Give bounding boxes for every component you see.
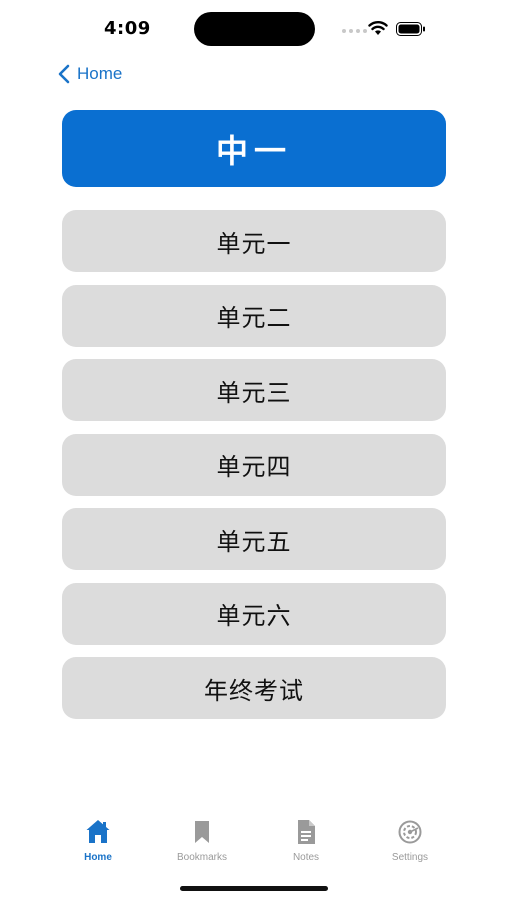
status-time: 4:09 [104, 18, 151, 39]
tab-label: Home [84, 852, 112, 863]
unit-label: 单元六 [216, 602, 292, 630]
cellular-signal-icon [342, 29, 367, 33]
unit-label: 单元一 [216, 229, 292, 258]
chevron-left-icon [58, 64, 70, 84]
unit-button-3[interactable]: 单元三 [62, 359, 446, 421]
unit-label: 单元四 [216, 453, 292, 481]
back-button[interactable]: Home [57, 62, 122, 86]
tab-notes[interactable]: Notes [261, 818, 351, 863]
home-indicator [180, 886, 328, 891]
unit-label: 单元五 [216, 527, 292, 556]
dynamic-island [194, 12, 315, 46]
grade-title-banner: 中一 [62, 110, 446, 187]
unit-button-1[interactable]: 单元一 [62, 210, 446, 272]
status-bar: 4:09 [0, 0, 507, 56]
bookmark-icon [195, 821, 209, 843]
unit-list: 单元一 单元二 单元三 单元四 单元五 单元六 年终考试 [62, 210, 446, 732]
tab-bookmarks[interactable]: Bookmarks [157, 818, 247, 863]
settings-icon [398, 820, 422, 844]
tab-label: Bookmarks [176, 852, 227, 863]
unit-button-2[interactable]: 单元二 [62, 284, 446, 347]
wifi-icon [368, 21, 388, 35]
unit-button-5[interactable]: 单元五 [62, 508, 446, 570]
tab-settings[interactable]: Settings [365, 818, 455, 863]
tab-label: Settings [391, 852, 429, 863]
tab-label: Notes [292, 852, 320, 863]
final-exam-button[interactable]: 年终考试 [62, 657, 446, 719]
notes-icon [298, 820, 315, 844]
unit-label: 单元三 [216, 378, 292, 407]
battery-icon [396, 22, 425, 36]
home-icon [86, 820, 110, 843]
page-title: 中一 [215, 131, 292, 170]
unit-button-4[interactable]: 单元四 [62, 433, 446, 496]
tab-home[interactable]: Home [53, 818, 143, 863]
unit-button-6[interactable]: 单元六 [62, 582, 446, 645]
unit-label: 单元二 [216, 304, 292, 332]
back-label: Home [77, 64, 123, 83]
tab-bar: Home Bookmarks Notes Settings [0, 818, 507, 870]
unit-label: 年终考试 [204, 676, 304, 705]
